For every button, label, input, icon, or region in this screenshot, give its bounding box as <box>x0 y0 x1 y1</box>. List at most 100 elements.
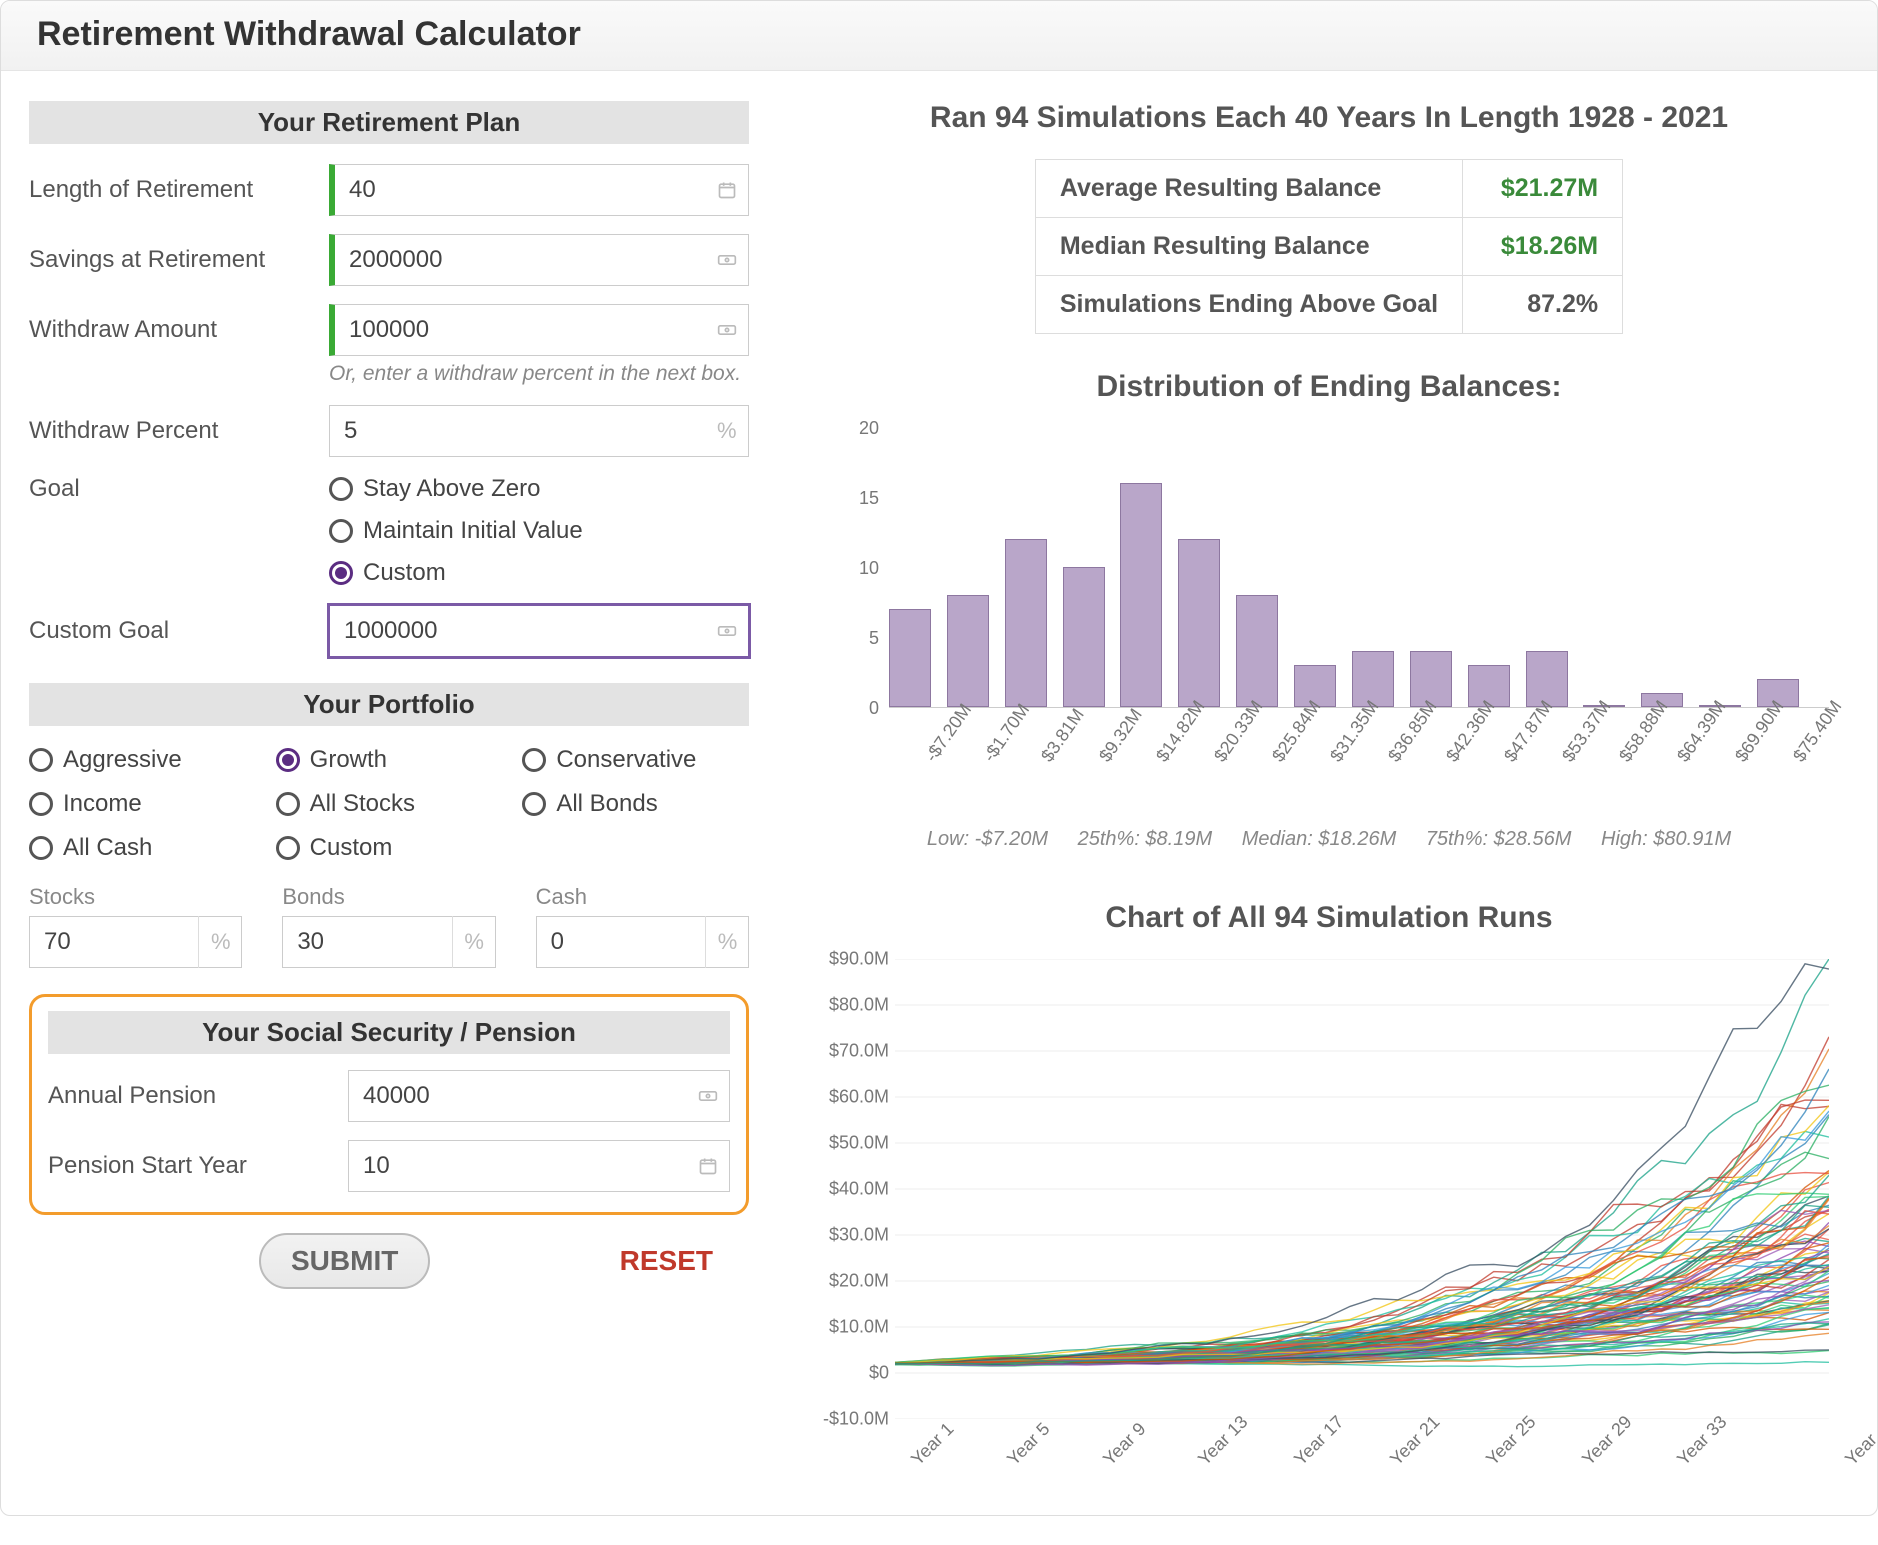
portfolio-radio-conservative[interactable]: Conservative <box>522 746 749 774</box>
section-plan-header: Your Retirement Plan <box>29 101 749 144</box>
goal-radio-1[interactable]: Maintain Initial Value <box>329 517 583 545</box>
radio-label: Maintain Initial Value <box>363 517 583 545</box>
input-wrap-length <box>329 164 749 216</box>
ytick-label: $10.0M <box>809 1317 889 1338</box>
xtick-label: $25.84M <box>1268 697 1325 766</box>
xtick-label: $3.81M <box>1037 705 1089 766</box>
label-pension-start: Pension Start Year <box>48 1152 348 1180</box>
ytick-label: 0 <box>839 698 879 719</box>
portfolio-radio-growth[interactable]: Growth <box>276 746 503 774</box>
row-savings: Savings at Retirement <box>29 234 749 286</box>
ytick-label: $20.0M <box>809 1271 889 1292</box>
pension-start-input[interactable] <box>348 1140 730 1192</box>
savings-input[interactable] <box>329 234 749 286</box>
xtick-label: $31.35M <box>1326 697 1383 766</box>
goal-radio-0[interactable]: Stay Above Zero <box>329 475 583 503</box>
dist-bar <box>1120 483 1162 707</box>
pension-box: Your Social Security / Pension Annual Pe… <box>29 994 749 1215</box>
calendar-icon <box>698 1156 718 1176</box>
ytick-label: $70.0M <box>809 1041 889 1062</box>
xtick-label: Year 5 <box>1003 1419 1054 1470</box>
ytick-label: $60.0M <box>809 1087 889 1108</box>
money-icon <box>717 320 737 340</box>
summary-row: Median Resulting Balance$18.26M <box>1035 218 1622 276</box>
submit-button[interactable]: SUBMIT <box>259 1233 430 1289</box>
xtick-label: $53.37M <box>1558 697 1615 766</box>
radio-label: Aggressive <box>63 746 182 774</box>
money-icon <box>717 250 737 270</box>
dist-title: Distribution of Ending Balances: <box>809 370 1849 404</box>
dist-bar <box>1178 539 1220 707</box>
withdraw-pct-input[interactable] <box>329 405 749 457</box>
dist-stats: Low: -$7.20M 25th%: $8.19M Median: $18.2… <box>809 828 1849 851</box>
label-custom-goal: Custom Goal <box>29 617 329 645</box>
summary-value: $18.26M <box>1463 218 1623 276</box>
input-wrap-withdraw-pct: % <box>329 405 749 457</box>
portfolio-radio-all-bonds[interactable]: All Bonds <box>522 790 749 818</box>
ytick-label: 10 <box>839 558 879 579</box>
summary-table: Average Resulting Balance$21.27MMedian R… <box>1035 159 1623 334</box>
app-title: Retirement Withdrawal Calculator <box>1 1 1877 71</box>
radio-label: All Stocks <box>310 790 415 818</box>
xtick-label: Year 29 <box>1578 1412 1636 1470</box>
reset-button[interactable]: RESET <box>614 1244 719 1278</box>
label-goal: Goal <box>29 475 329 503</box>
percent-icon: % <box>717 421 737 441</box>
radio-icon <box>329 477 353 501</box>
portfolio-radio-all-stocks[interactable]: All Stocks <box>276 790 503 818</box>
dist-high: High: $80.91M <box>1601 828 1731 850</box>
row-goal: Goal Stay Above Zero Maintain Initial Val… <box>29 475 749 587</box>
radio-icon <box>29 748 53 772</box>
radio-icon <box>329 561 353 585</box>
length-input[interactable] <box>329 164 749 216</box>
radio-icon <box>276 792 300 816</box>
radio-label: Income <box>63 790 142 818</box>
alloc-cash: Cash % <box>536 884 749 968</box>
input-wrap-custom-goal <box>329 605 749 657</box>
radio-icon <box>329 519 353 543</box>
row-annual-pension: Annual Pension <box>48 1070 730 1122</box>
row-pension-start: Pension Start Year <box>48 1140 730 1192</box>
custom-goal-input[interactable] <box>329 605 749 657</box>
withdraw-input[interactable] <box>329 304 749 356</box>
xtick-label: Year 33 <box>1673 1412 1731 1470</box>
xtick-label: $36.85M <box>1384 697 1441 766</box>
ytick-label: 15 <box>839 488 879 509</box>
app-root: Retirement Withdrawal Calculator Your Re… <box>0 0 1878 1516</box>
xtick-label: -$1.70M <box>979 700 1034 766</box>
xtick-label: $75.40M <box>1789 697 1846 766</box>
xtick-label: $64.39M <box>1673 697 1730 766</box>
dist-p75: 75th%: $28.56M <box>1426 828 1572 850</box>
input-wrap-withdraw <box>329 304 749 356</box>
portfolio-radios: Aggressive Growth Conservative Income All St… <box>29 746 749 862</box>
simulation-line <box>895 1226 1829 1364</box>
label-stocks: Stocks <box>29 884 242 910</box>
ytick-label: $90.0M <box>809 949 889 970</box>
runs-xaxis: Year 1Year 5Year 9Year 13Year 17Year 21Y… <box>895 1419 1829 1475</box>
left-panel: Your Retirement Plan Length of Retiremen… <box>29 101 749 1475</box>
summary-label: Simulations Ending Above Goal <box>1035 276 1462 334</box>
label-bonds: Bonds <box>282 884 495 910</box>
simulation-runs-chart: -$10.0M$0$10.0M$20.0M$30.0M$40.0M$50.0M$… <box>895 959 1829 1419</box>
dist-median: Median: $18.26M <box>1242 828 1397 850</box>
label-savings: Savings at Retirement <box>29 246 329 274</box>
radio-label: All Bonds <box>556 790 657 818</box>
xtick-label: $58.88M <box>1615 697 1672 766</box>
portfolio-radio-all-cash[interactable]: All Cash <box>29 834 256 862</box>
ytick-label: $0 <box>809 1363 889 1384</box>
goal-radio-2[interactable]: Custom <box>329 559 583 587</box>
alloc-stocks: Stocks % <box>29 884 242 968</box>
portfolio-radio-aggressive[interactable]: Aggressive <box>29 746 256 774</box>
portfolio-radio-custom[interactable]: Custom <box>276 834 503 862</box>
radio-icon <box>522 748 546 772</box>
alloc-bonds: Bonds % <box>282 884 495 968</box>
right-panel: Ran 94 Simulations Each 40 Years In Leng… <box>809 101 1849 1475</box>
percent-icon: % <box>705 916 749 968</box>
section-portfolio-header: Your Portfolio <box>29 683 749 726</box>
portfolio-radio-income[interactable]: Income <box>29 790 256 818</box>
radio-icon <box>29 836 53 860</box>
annual-pension-input[interactable] <box>348 1070 730 1122</box>
ytick-label: $40.0M <box>809 1179 889 1200</box>
allocation-row: Stocks % Bonds % Cash % <box>29 884 749 968</box>
radio-icon <box>276 748 300 772</box>
